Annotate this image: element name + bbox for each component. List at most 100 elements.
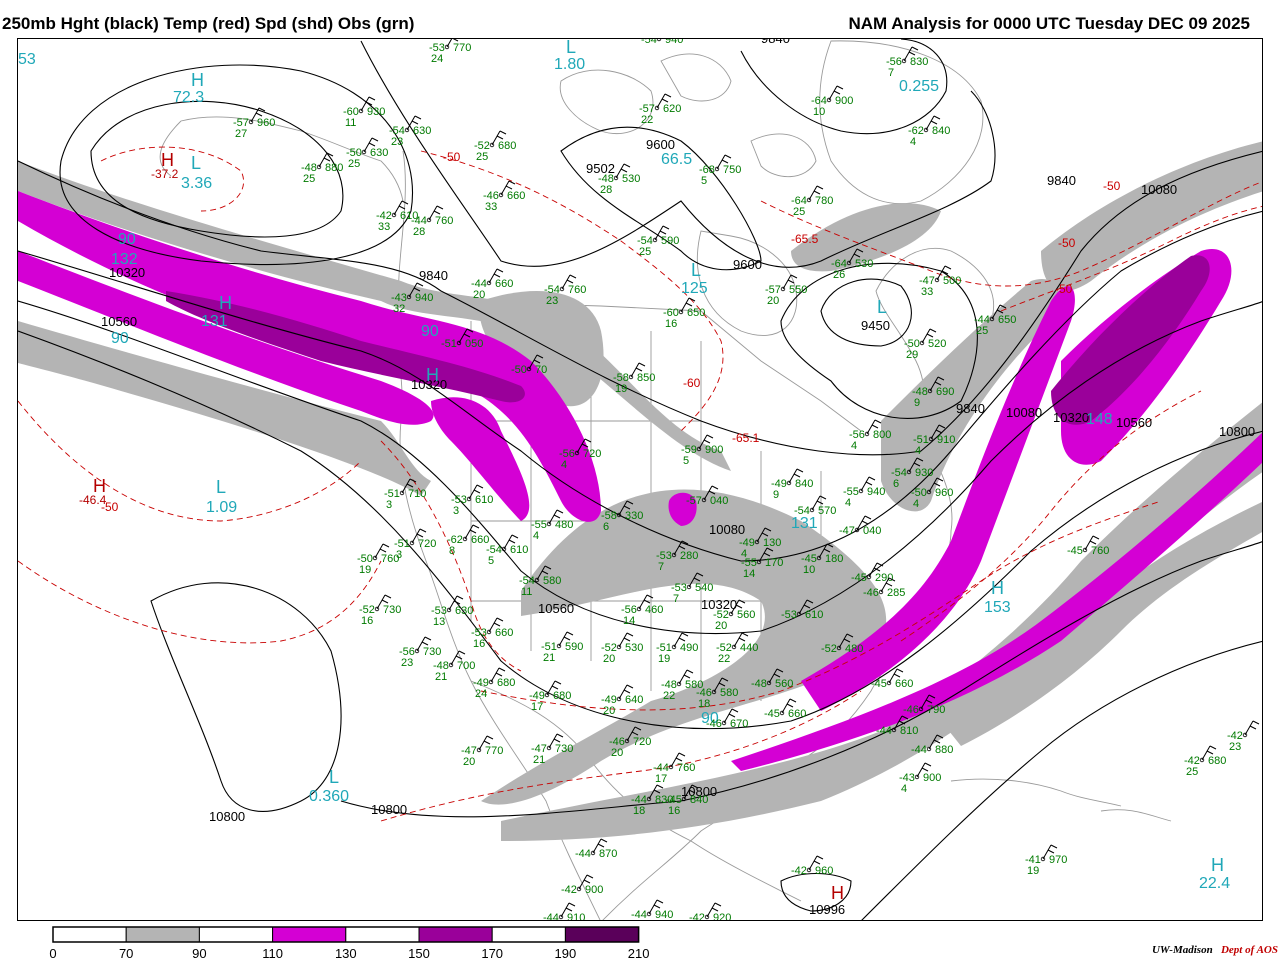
obs-temperature: -42 bbox=[689, 912, 705, 921]
weather-map[interactable]: 10320 10560 9840 9502 9600 9600 9840 10080 9450 9… bbox=[17, 38, 1263, 921]
obs-height: 500 bbox=[943, 275, 961, 287]
high-center-marker: H bbox=[161, 150, 174, 170]
obs-height: 630 bbox=[413, 125, 431, 137]
obs-height: 940 bbox=[415, 292, 433, 304]
wind-barb-flag bbox=[868, 476, 876, 481]
wind-barb-flag bbox=[566, 279, 574, 284]
speed-label: 72.3 bbox=[173, 89, 204, 106]
obs-temperature: -57 bbox=[686, 495, 702, 507]
station-obs: -51 49019 bbox=[656, 632, 698, 665]
wind-barb-flag bbox=[398, 205, 406, 210]
obs-height: 940 bbox=[867, 486, 885, 498]
obs-dewpoint-depression: 25 bbox=[639, 246, 651, 258]
height-label: 9840 bbox=[419, 268, 448, 283]
wind-barb-flag bbox=[620, 168, 628, 173]
station-obs: -53 66016 bbox=[471, 617, 513, 650]
obs-dewpoint-depression: 9 bbox=[914, 397, 920, 409]
wind-barb-flag bbox=[731, 708, 739, 713]
wind-barb-flag bbox=[433, 210, 441, 215]
obs-dewpoint-depression: 19 bbox=[359, 564, 371, 576]
obs-dewpoint-depression: 13 bbox=[433, 616, 445, 628]
wind-barb-flag bbox=[1249, 725, 1257, 730]
obs-height: 970 bbox=[1049, 854, 1067, 866]
obs-height: 960 bbox=[815, 865, 833, 877]
obs-dewpoint-depression: 18 bbox=[633, 805, 645, 817]
obs-dewpoint-depression: 18 bbox=[698, 698, 710, 710]
obs-dewpoint-depression: 22 bbox=[641, 114, 653, 126]
station-obs: -47 77020 bbox=[461, 735, 503, 768]
station-obs: -51 7203 bbox=[394, 528, 436, 561]
wind-barb-flag bbox=[496, 268, 504, 273]
obs-height: 840 bbox=[795, 478, 813, 490]
wind-barb-flag bbox=[421, 641, 429, 646]
obs-height: 720 bbox=[633, 736, 651, 748]
speed-label: 1.80 bbox=[554, 56, 585, 73]
height-label: 9600 bbox=[646, 137, 675, 152]
wind-barb-flag bbox=[635, 367, 643, 372]
obs-height: 540 bbox=[695, 582, 713, 594]
speed-label: 90 bbox=[118, 231, 136, 248]
obs-height: 590 bbox=[661, 235, 679, 247]
height-label: 10800 bbox=[371, 802, 407, 817]
height-label: 9840 bbox=[761, 39, 790, 46]
obs-dewpoint-depression: 22 bbox=[718, 653, 730, 665]
obs-dewpoint-depression: 22 bbox=[663, 690, 675, 702]
obs-dewpoint-depression: 16 bbox=[668, 805, 680, 817]
obs-height: 940 bbox=[665, 39, 683, 46]
obs-height: 480 bbox=[555, 519, 573, 531]
low-center-marker: L bbox=[691, 260, 701, 280]
wind-barb-flag bbox=[486, 735, 494, 740]
wind-barb-flag bbox=[553, 514, 561, 519]
obs-height: 850 bbox=[637, 372, 655, 384]
credit-org: UW-Madison bbox=[1151, 944, 1213, 956]
obs-temperature: -54 bbox=[794, 505, 810, 517]
wind-barb-flag bbox=[793, 473, 801, 478]
low-center-marker: L bbox=[329, 767, 339, 787]
low-center-marker: L bbox=[216, 477, 226, 497]
wind-barb-flag bbox=[929, 328, 937, 333]
obs-height: 790 bbox=[927, 704, 945, 716]
temperature-label: -50 bbox=[443, 150, 461, 164]
obs-height: 830 bbox=[910, 56, 928, 68]
obs-dewpoint-depression: 4 bbox=[533, 530, 539, 542]
station-obs: -54 940 bbox=[641, 39, 683, 46]
obs-height: 660 bbox=[507, 190, 525, 202]
obs-height: 050 bbox=[465, 338, 483, 350]
station-obs: -53 77024 bbox=[429, 39, 471, 65]
obs-temperature: -53 bbox=[781, 609, 797, 621]
height-label: 9450 bbox=[861, 318, 890, 333]
wind-barb-flag bbox=[813, 190, 821, 195]
wind-barb-flag bbox=[789, 698, 797, 703]
obs-dewpoint-depression: 17 bbox=[531, 701, 543, 713]
wind-barb-flag bbox=[565, 907, 573, 912]
obs-height: 730 bbox=[383, 604, 401, 616]
obs-height: 490 bbox=[680, 642, 698, 654]
obs-height: 690 bbox=[936, 386, 954, 398]
wind-barb-flag bbox=[786, 703, 794, 708]
wind-barb-flag bbox=[908, 51, 916, 56]
obs-dewpoint-depression: 25 bbox=[793, 206, 805, 218]
speed-label: 0.360 bbox=[309, 788, 349, 805]
wind-barb-flag bbox=[452, 39, 459, 42]
wind-barb-flag bbox=[379, 548, 387, 553]
wind-barb-flag bbox=[584, 438, 592, 443]
obs-dewpoint-depression: 9 bbox=[773, 489, 779, 501]
legend-tick-label: 110 bbox=[262, 946, 283, 960]
obs-dewpoint-depression: 25 bbox=[976, 325, 988, 337]
station-obs: -57 62022 bbox=[639, 93, 681, 126]
legend-swatch bbox=[564, 926, 640, 943]
obs-height: 710 bbox=[408, 488, 426, 500]
temp-contour-pacific-south bbox=[18, 560, 382, 644]
station-obs: -57 55020 bbox=[765, 274, 807, 307]
wind-barb-flag bbox=[583, 879, 591, 884]
legend-tick-label: 90 bbox=[192, 946, 206, 960]
wind-barb-flag bbox=[566, 631, 574, 636]
wind-barb-flag bbox=[816, 185, 824, 190]
obs-dewpoint-depression: 3 bbox=[386, 499, 392, 511]
obs-dewpoint-depression: 19 bbox=[615, 383, 627, 395]
obs-dewpoint-depression: 32 bbox=[393, 303, 405, 315]
legend-swatch bbox=[125, 926, 200, 943]
wind-barb-flag bbox=[511, 534, 519, 539]
obs-dewpoint-depression: 7 bbox=[888, 67, 894, 79]
obs-dewpoint-depression: 20 bbox=[603, 653, 615, 665]
